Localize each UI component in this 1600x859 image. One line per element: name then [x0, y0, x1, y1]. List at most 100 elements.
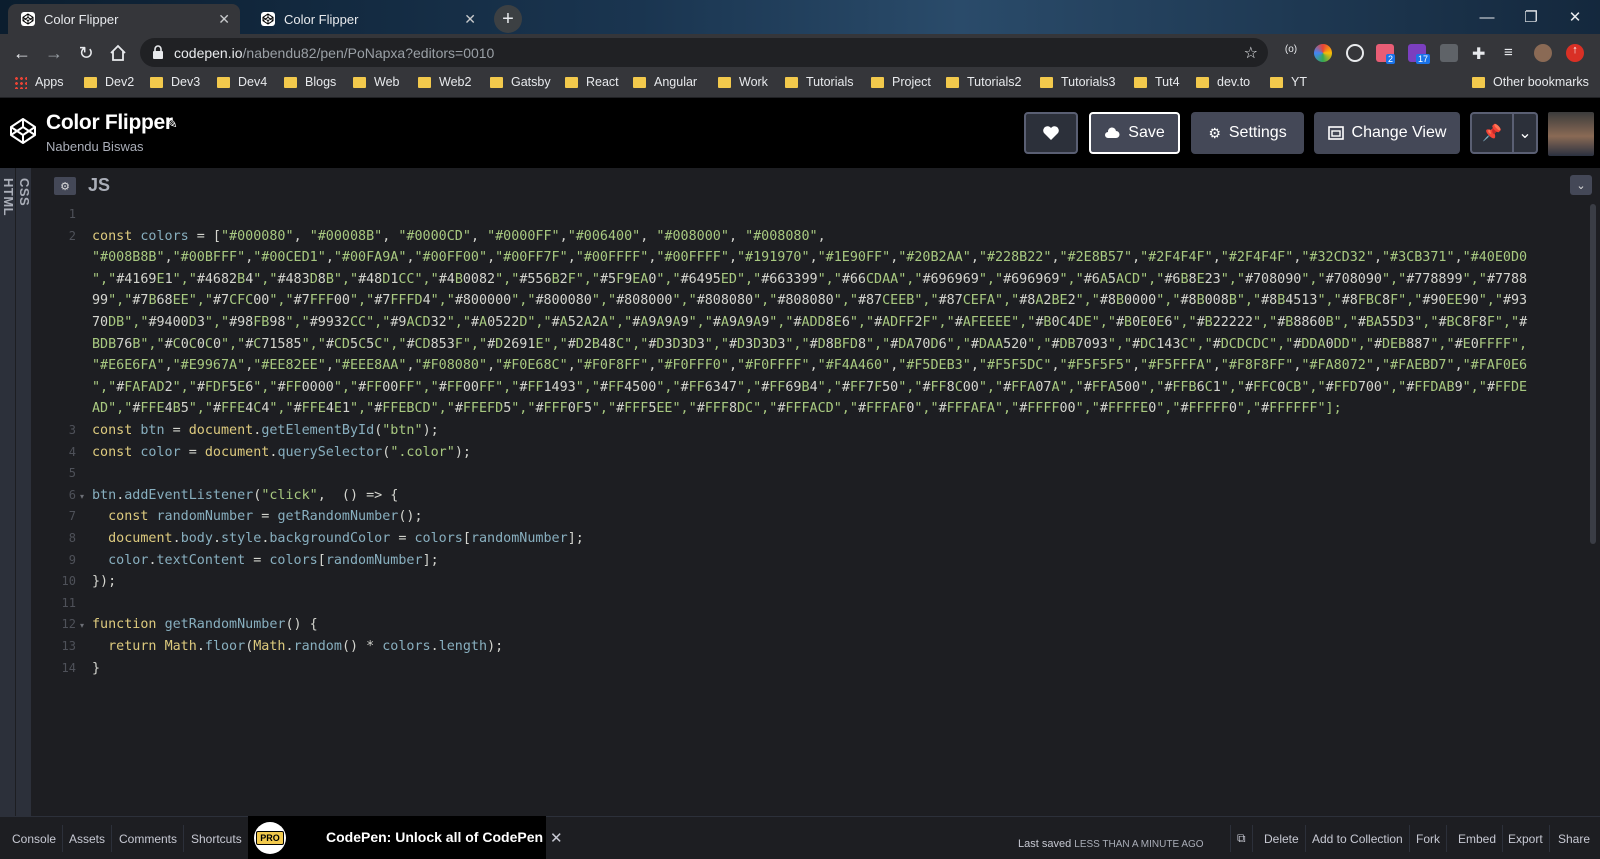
reading-list-icon[interactable]: ≡ — [1504, 44, 1522, 62]
share-button[interactable]: Share — [1552, 825, 1596, 852]
browser-tab-active[interactable]: Color Flipper ✕ — [8, 4, 240, 34]
pin-dropdown-button[interactable]: ⌄ — [1514, 112, 1538, 154]
other-bookmarks[interactable]: Other bookmarks — [1472, 75, 1589, 89]
bookmark-folder[interactable]: Tut4 — [1134, 75, 1180, 89]
lock-icon — [153, 45, 163, 59]
line-number: 9 — [68, 552, 76, 567]
home-button[interactable] — [105, 40, 131, 66]
bookmark-label: Tutorials2 — [967, 75, 1022, 89]
last-saved-status: Last saved LESS THAN A MINUTE ago — [1018, 838, 1204, 850]
bookmark-folder[interactable]: Project — [871, 75, 931, 89]
bookmark-folder[interactable]: YT — [1270, 75, 1307, 89]
url-path: /nabendu82/pen/PoNapxa?editors=0010 — [242, 44, 495, 61]
add-to-collection-button[interactable]: Add to Collection — [1306, 825, 1410, 852]
export-button[interactable]: Export — [1502, 825, 1550, 852]
promo-text: CodePen: Unlock all of CodePen — [326, 829, 544, 845]
puzzle-extensions-icon[interactable]: ✚ — [1472, 44, 1490, 63]
bookmark-folder[interactable]: Angular — [633, 75, 697, 89]
fork-button[interactable]: Fork — [1410, 825, 1447, 852]
cloud-icon — [1105, 127, 1120, 138]
bookmark-label: Gatsby — [511, 75, 551, 89]
pro-promo-banner[interactable]: PRO CodePen: Unlock all of CodePen — [248, 816, 546, 859]
profile-avatar-icon[interactable] — [1534, 44, 1552, 62]
save-button[interactable]: Save — [1089, 112, 1180, 154]
shortcuts-button[interactable]: Shortcuts — [185, 825, 249, 852]
restore-button[interactable]: ❐ — [1508, 4, 1554, 30]
edit-pencil-icon[interactable]: ✎ — [166, 115, 178, 132]
browser-tab-inactive[interactable]: Color Flipper ✕ — [248, 4, 486, 34]
close-tab-icon[interactable]: ✕ — [218, 11, 230, 28]
change-view-button[interactable]: Change View — [1314, 112, 1460, 154]
bookmark-folder[interactable]: dev.to — [1196, 75, 1250, 89]
extension-icon[interactable] — [1346, 44, 1364, 62]
bookmark-label: dev.to — [1217, 75, 1251, 89]
extension-icon[interactable]: 17 — [1408, 44, 1431, 64]
js-settings-button[interactable]: ⚙ — [54, 177, 76, 195]
color-picker-extension-icon[interactable] — [1314, 44, 1332, 62]
close-window-button[interactable]: ✕ — [1552, 4, 1598, 30]
address-bar[interactable]: codepen.io/nabendu82/pen/PoNapxa?editors… — [140, 38, 1268, 67]
open-in-new-window-button[interactable]: ⧉ — [1230, 825, 1253, 852]
new-tab-button[interactable]: + — [494, 5, 522, 33]
bookmark-folder[interactable]: Web — [353, 75, 399, 89]
code-line: AD","#FFE4B5","#FFE4C4","#FFE4E1","#FFEB… — [92, 401, 1342, 417]
folder-icon — [284, 76, 297, 88]
delete-button[interactable]: Delete — [1258, 825, 1306, 852]
fold-arrow-icon[interactable]: ▾ — [80, 621, 84, 630]
settings-button[interactable]: ⚙ Settings — [1191, 112, 1304, 154]
js-code-editor[interactable]: 1 2 3 4 5 6 ▾ 7 8 9 10 11 12 ▾ 13 14 const colors = ["#… — [48, 204, 1600, 816]
bookmark-folder[interactable]: Work — [718, 75, 768, 89]
bookmark-folder[interactable]: Tutorials — [785, 75, 853, 89]
codepen-logo-icon[interactable] — [8, 116, 38, 146]
minimize-button[interactable]: — — [1464, 4, 1510, 30]
close-promo-button[interactable]: ✕ — [550, 829, 563, 847]
extension-icon[interactable]: 2 — [1376, 44, 1396, 64]
pen-author[interactable]: Nabendu Biswas — [46, 139, 144, 154]
console-button[interactable]: Console — [6, 825, 64, 852]
forward-button[interactable]: → — [41, 40, 67, 66]
code-line: document.body.style.backgroundColor = co… — [108, 531, 584, 546]
plus-icon: + — [502, 7, 514, 30]
reload-button[interactable]: ↻ — [73, 40, 99, 66]
gear-icon: ⚙ — [60, 180, 70, 193]
bookmark-star-icon[interactable]: ☆ — [1244, 43, 1258, 63]
layout-icon — [1327, 126, 1344, 140]
pin-button[interactable]: 📌 — [1470, 112, 1514, 154]
chevron-down-icon: ⌄ — [1518, 125, 1532, 142]
folder-icon — [1472, 76, 1485, 88]
embed-button[interactable]: Embed — [1452, 825, 1504, 852]
like-button[interactable] — [1024, 112, 1078, 154]
css-pane-collapsed[interactable]: CSS — [16, 168, 32, 828]
close-tab-icon[interactable]: ✕ — [464, 11, 476, 28]
bookmark-folder[interactable]: Tutorials2 — [946, 75, 1021, 89]
bookmark-folder[interactable]: Gatsby — [490, 75, 551, 89]
assets-button[interactable]: Assets — [63, 825, 113, 852]
line-number: 7 — [68, 509, 76, 524]
bookmark-folder[interactable]: Blogs — [284, 75, 336, 89]
line-number: 5 — [68, 466, 76, 481]
editor-scrollbar[interactable] — [1590, 204, 1596, 544]
bookmark-apps[interactable]: Apps — [14, 75, 64, 89]
user-avatar[interactable] — [1548, 112, 1594, 156]
bookmark-folder[interactable]: React — [565, 75, 619, 89]
extension-icon[interactable]: (o) — [1282, 44, 1300, 62]
fold-arrow-icon[interactable]: ▾ — [80, 492, 84, 501]
collapsed-editor-panes: HTML CSS — [0, 168, 48, 828]
line-number: 10 — [61, 574, 76, 589]
folder-icon — [718, 76, 731, 88]
bookmark-folder[interactable]: Dev3 — [150, 75, 200, 89]
bookmark-folder[interactable]: Tutorials3 — [1040, 75, 1115, 89]
bottom-bar: Console Assets Comments Shortcuts ⧉ Dele… — [0, 816, 1600, 859]
bookmark-folder[interactable]: Dev4 — [217, 75, 267, 89]
update-icon[interactable]: ↑ — [1566, 44, 1584, 62]
pen-title[interactable]: Color Flipper — [46, 111, 173, 135]
back-button[interactable]: ← — [9, 40, 35, 66]
extension-badge: 17 — [1416, 54, 1431, 64]
extension-icon[interactable] — [1440, 44, 1458, 62]
editor-collapse-button[interactable]: ⌄ — [1570, 175, 1592, 195]
bookmark-folder[interactable]: Dev2 — [84, 75, 134, 89]
html-pane-collapsed[interactable]: HTML — [0, 168, 16, 828]
comments-button[interactable]: Comments — [113, 825, 185, 852]
close-icon: ✕ — [1568, 9, 1582, 26]
bookmark-folder[interactable]: Web2 — [418, 75, 471, 89]
